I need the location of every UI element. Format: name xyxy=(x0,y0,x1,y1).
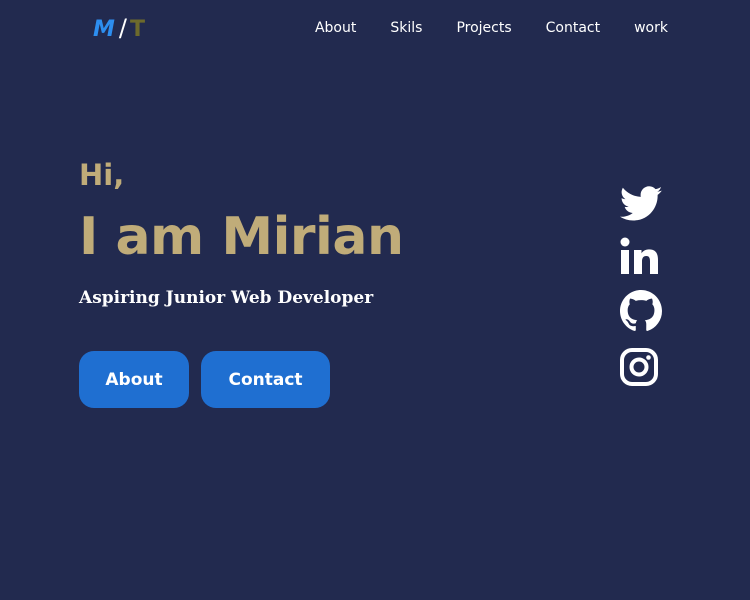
linkedin-link[interactable] xyxy=(620,234,666,278)
instagram-icon xyxy=(620,348,658,386)
github-link[interactable] xyxy=(620,289,666,333)
hero-greeting: Hi, xyxy=(79,158,125,192)
page: M / T About Skils Projects Contact work … xyxy=(0,0,750,600)
logo[interactable]: M / T xyxy=(93,12,145,44)
hero-name: I am Mirian xyxy=(79,207,404,267)
hero-tagline: Aspiring Junior Web Developer xyxy=(79,288,374,308)
instagram-link[interactable] xyxy=(620,345,666,389)
logo-letter-t: T xyxy=(130,17,146,42)
github-icon xyxy=(620,290,662,331)
nav-item-contact[interactable]: Contact xyxy=(546,18,600,38)
top-nav: About Skils Projects Contact work xyxy=(315,18,668,38)
nav-item-work[interactable]: work xyxy=(634,18,668,38)
nav-item-projects[interactable]: Projects xyxy=(456,18,511,38)
twitter-icon xyxy=(620,186,663,221)
contact-button[interactable]: Contact xyxy=(201,351,330,408)
nav-item-skills[interactable]: Skils xyxy=(390,18,422,38)
about-button[interactable]: About xyxy=(79,351,189,408)
nav-item-about[interactable]: About xyxy=(315,18,356,38)
twitter-link[interactable] xyxy=(620,182,666,226)
linkedin-icon xyxy=(620,237,658,274)
logo-separator: / xyxy=(118,14,127,42)
logo-letter-m: M xyxy=(93,17,115,42)
